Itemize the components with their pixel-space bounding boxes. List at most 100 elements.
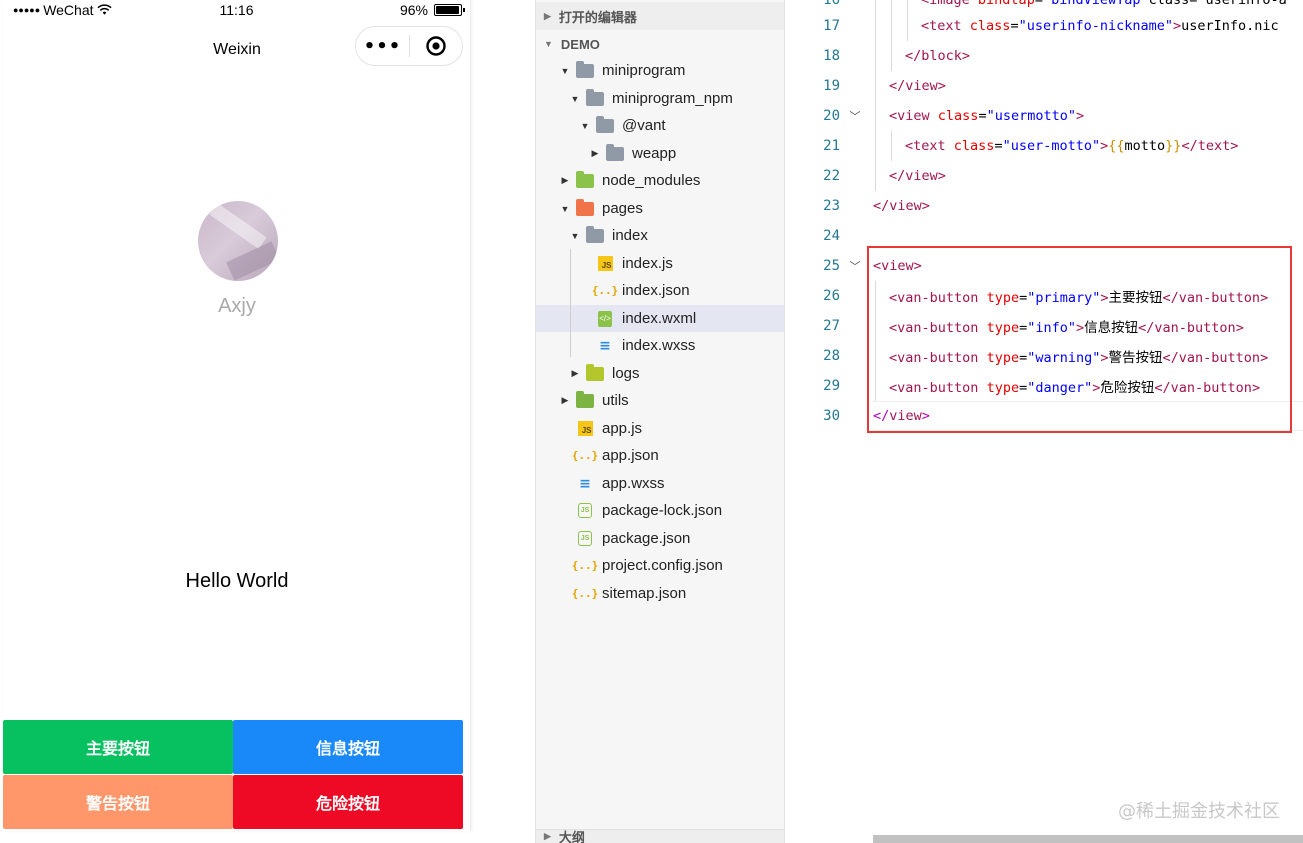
indent-guide xyxy=(891,11,892,41)
css-file-icon: ≡ xyxy=(579,475,591,492)
tree-item-label: app.json xyxy=(602,447,659,464)
tree-item-label: package.json xyxy=(602,530,691,547)
open-editors-section[interactable]: ▶ 打开的编辑器 xyxy=(536,2,784,30)
tree-item-label: index.wxml xyxy=(622,310,697,327)
devtools-window: ●●●●● WeChat 11:16 96% Weixin ••• Axjy H… xyxy=(0,0,1303,843)
tree-item-label: logs xyxy=(612,365,640,382)
open-editors-label: 打开的编辑器 xyxy=(558,9,637,25)
tree-item[interactable]: ▼ miniprogram_npm xyxy=(536,85,784,112)
tree-item[interactable]: ▼ pages xyxy=(536,195,784,222)
expanded-arrow-icon[interactable]: ▼ xyxy=(570,231,580,241)
js-file-icon: JS xyxy=(576,421,594,437)
expanded-arrow-icon: ▼ xyxy=(544,39,553,49)
code-text: <view class="usermotto"> xyxy=(889,108,1085,124)
indent-guide xyxy=(891,131,892,161)
tree-item[interactable]: ≡ index.wxss xyxy=(536,332,784,359)
tree-item-label: index.json xyxy=(622,282,690,299)
line-number: 19 xyxy=(823,78,840,94)
user-avatar[interactable] xyxy=(198,201,278,281)
code-line[interactable]: 19 </view> xyxy=(786,71,1303,101)
code-line[interactable]: 20 ﹀ <view class="usermotto"> xyxy=(786,101,1303,131)
line-number: 23 xyxy=(823,198,840,214)
code-text: </view> xyxy=(873,198,930,214)
tree-item[interactable]: {..} sitemap.json xyxy=(536,580,784,607)
code-text: <image bindtap="bindViewTap"class="useri… xyxy=(921,0,1287,8)
tree-item[interactable]: ▼ miniprogram xyxy=(536,57,784,84)
tree-item-label: index.js xyxy=(622,255,673,272)
warning-button[interactable]: 警告按钮 xyxy=(3,775,233,829)
collapsed-arrow-icon[interactable]: ▶ xyxy=(560,175,570,186)
fold-chevron-icon[interactable]: ﹀ xyxy=(848,258,862,274)
folder-icon xyxy=(606,143,624,162)
collapsed-arrow-icon[interactable]: ▶ xyxy=(590,148,600,159)
watermark: @稀土掘金技术社区 xyxy=(1118,801,1280,822)
expanded-arrow-icon[interactable]: ▼ xyxy=(570,94,580,104)
horizontal-scrollbar[interactable] xyxy=(873,835,1303,843)
collapsed-arrow-icon[interactable]: ▶ xyxy=(560,395,570,406)
tree-item[interactable]: JS app.js xyxy=(536,415,784,442)
line-number: 28 xyxy=(823,348,840,364)
collapsed-arrow-icon[interactable]: ▶ xyxy=(570,368,580,379)
outline-section[interactable]: ▶ 大纲 xyxy=(536,829,784,843)
code-line[interactable]: 23 </view> xyxy=(786,191,1303,221)
tree-indent-guide xyxy=(570,249,571,357)
file-explorer: ▶ 打开的编辑器 ▼ DEMO ▼ miniprogram ▼ miniprogram… xyxy=(535,0,785,843)
wxml-file-icon: </> xyxy=(596,310,614,327)
close-miniprogram-button[interactable] xyxy=(410,35,462,57)
more-icon[interactable]: ••• xyxy=(356,36,409,57)
indent-guide xyxy=(875,41,876,71)
tree-item-label: @vant xyxy=(622,117,666,134)
json-file-icon: {..} xyxy=(571,449,599,462)
tree-item[interactable]: JS package-lock.json xyxy=(536,497,784,524)
tree-item[interactable]: {..} index.json xyxy=(536,277,784,304)
tree-item-label: index xyxy=(612,227,648,244)
code-line[interactable]: 22 </view> xyxy=(786,161,1303,191)
tree-item[interactable]: ▶ weapp xyxy=(536,140,784,167)
code-text: <text class="user-motto">{{motto}}</text… xyxy=(905,138,1239,154)
info-button[interactable]: 信息按钮 xyxy=(233,720,463,774)
tree-item[interactable]: JS package.json xyxy=(536,525,784,552)
json-file-icon: {..} xyxy=(591,284,619,297)
indent-guide xyxy=(875,131,876,161)
tree-item[interactable]: {..} project.config.json xyxy=(536,552,784,579)
primary-button[interactable]: 主要按钮 xyxy=(3,720,233,774)
line-number: 29 xyxy=(823,378,840,394)
tree-item[interactable]: ▶ logs xyxy=(536,360,784,387)
project-label: DEMO xyxy=(560,36,600,52)
tree-item[interactable]: {..} app.json xyxy=(536,442,784,469)
tree-item-label: miniprogram_npm xyxy=(612,90,733,107)
nav-bar: Weixin ••• xyxy=(3,22,470,78)
code-line[interactable]: 18 </block> xyxy=(786,41,1303,71)
tree-item-label: project.config.json xyxy=(602,557,723,574)
indent-guide xyxy=(875,11,876,41)
tree-item[interactable]: JS index.js xyxy=(536,250,784,277)
indent-guide xyxy=(875,71,876,101)
fold-chevron-icon[interactable]: ﹀ xyxy=(848,108,862,124)
tree-item[interactable]: ▶ node_modules xyxy=(536,167,784,194)
tree-item[interactable]: ▶ utils xyxy=(536,387,784,414)
js-file-icon: JS xyxy=(596,256,614,272)
line-number: 25 xyxy=(823,258,840,274)
project-section[interactable]: ▼ DEMO xyxy=(536,30,784,58)
code-text: <text class="userinfo-nickname">userInfo… xyxy=(921,18,1279,34)
tree-item[interactable]: ▼ index xyxy=(536,222,784,249)
user-nickname: Axjy xyxy=(218,295,256,317)
tree-item-label: node_modules xyxy=(602,172,701,189)
tree-item-label: package-lock.json xyxy=(602,502,723,519)
expanded-arrow-icon[interactable]: ▼ xyxy=(580,121,590,131)
code-line[interactable]: 17 <text class="userinfo-nickname">userIn… xyxy=(786,11,1303,41)
battery-icon xyxy=(434,4,465,16)
tree-item[interactable]: ≡ app.wxss xyxy=(536,470,784,497)
line-number: 26 xyxy=(823,288,840,304)
expanded-arrow-icon[interactable]: ▼ xyxy=(560,66,570,76)
node-json-icon: JS xyxy=(576,503,594,519)
tree-item[interactable]: ▼ @vant xyxy=(536,112,784,139)
tree-item[interactable]: </> index.wxml xyxy=(536,305,784,332)
danger-button[interactable]: 危险按钮 xyxy=(233,775,463,829)
line-number: 18 xyxy=(823,48,840,64)
expanded-arrow-icon[interactable]: ▼ xyxy=(560,204,570,214)
indent-guide xyxy=(891,41,892,71)
code-line[interactable]: 21 <text class="user-motto">{{motto}}</te… xyxy=(786,131,1303,161)
collapsed-arrow-icon: ▶ xyxy=(544,10,551,21)
json-file-icon: {..} xyxy=(571,559,599,572)
